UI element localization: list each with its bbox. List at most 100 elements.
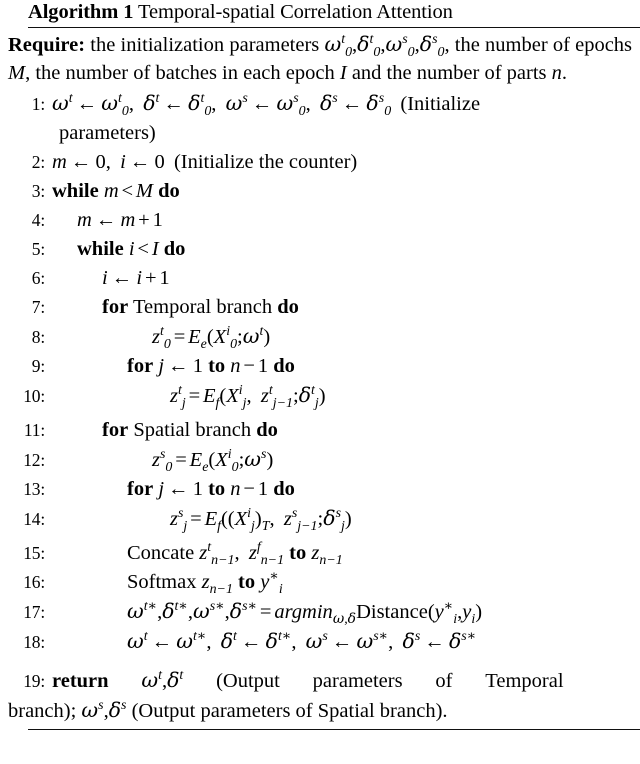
keyword-to-16: to [238,571,256,593]
algorithm-line-19: 19: return ωt,δt (Output parameters of Tempor… [0,666,640,696]
sym-delta-t-18: δt [220,629,237,653]
line-number-18: 18: [23,632,45,652]
line-body-15: Concate ztn−1, zfn−1 to zn−1 [127,540,343,569]
line-body-3: while m < M do [52,180,180,202]
keyword-do-3: do [158,180,180,202]
require-seg-7: . [561,61,568,84]
op-distance: Distance [356,601,428,623]
line-body-16: Softmax zn−1 to y∗i [52,568,640,597]
algorithm-line-13: 13: for j ← 1 to n −1 do [0,475,640,504]
algorithm-line-2: 2: m ← 0, i ← 0 (Initialize the counter) [0,148,640,177]
sym-n-9: n [230,355,241,377]
keyword-to-15: to [289,542,307,564]
line-body-9: for j ← 1 to n −1 do [127,355,295,377]
val-one-9b: 1 [257,355,269,377]
argmin-subscript: ω,δ [332,611,357,628]
sym-delta-0-t: δt0 [188,91,212,120]
sym-M-3: M [135,180,153,202]
label-softmax: Softmax [127,571,197,593]
keyword-to-9: to [208,355,226,377]
sym-E-e-12: Ee [189,449,209,476]
sym-omega-s-star: ωs∗ [193,599,225,623]
sym-y-i-star: y∗i [260,569,283,598]
line-number-9: 9: [31,356,45,376]
keyword-return-19: return [52,670,109,692]
line-number-10: 10: [23,386,45,406]
line-number-2: 2: [31,152,45,172]
algorithm-line-7: 7: for Temporal branch do [0,293,640,322]
algorithm-line-15: 15: Concate ztn−1, zfn−1 to zn−1 [0,539,640,568]
sym-z-jm1-s: zsj−1 [283,506,318,535]
symbol-omega-0-t: ωt0 [324,32,353,61]
sym-X-0-i-8: Xi0 [213,324,238,353]
sym-delta-t-star: δt∗ [162,599,188,623]
line-body-18: ωt ← ωt∗, δt ← δt∗, ωs ← ωs∗, δs ← δs∗ [127,629,477,653]
require-seg-2: initialization [120,34,225,56]
val-one-4: 1 [152,209,163,231]
line-body-4: m ← m +1 [77,209,163,231]
keyword-for-13: for [127,478,154,500]
sym-delta-s-19: δs [108,698,127,722]
footer-rule [28,729,640,730]
keyword-to-13: to [208,478,226,500]
sym-z-nm1: zn−1 [311,542,343,569]
sym-E-e-8: Ee [188,326,207,353]
sym-delta-s-star: δs∗ [229,599,258,623]
sym-z-nm1-16: zn−1 [201,571,233,598]
sym-I-5: I [151,238,159,260]
line-body-17: ωt∗,δt∗,ωs∗,δs∗ = argminω,δDistance(y∗i,yi… [127,599,483,628]
comment-initialize-open: (Initialize [400,93,481,115]
sym-omega-0-t: ωt0 [101,91,129,120]
require-line: Require: the initialization parameters ω… [0,28,632,87]
sym-delta-j-t: δtj [298,383,319,412]
sym-omega-t-8: ωt [242,324,264,348]
sym-i: i [120,151,126,173]
keyword-while-5: while [77,238,124,260]
line-number-7: 7: [31,297,45,317]
line-number-3: 3: [31,181,45,201]
symbol-I: I [339,61,347,84]
line-number-6: 6: [31,268,45,288]
sym-z-j-t: ztj [170,383,186,412]
sym-omega-t-star-18: ωt∗ [176,629,207,653]
algorithm-block: Algorithm 1 Temporal-spatial Correlation… [0,0,640,764]
sym-y-i-17: yi [462,601,476,628]
require-keyword: Require: [8,34,86,56]
val-one-13: 1 [192,478,203,500]
val-zero-i: 0 [154,151,165,173]
algorithm-line-1: 1: ωt ← ωt0, δt ← δt0, ωs ← ωs0, δs ← δs0 (Initializ… [0,89,640,119]
algorithm-line-10: 10: ztj = Ef(Xij, ztj−1;δtj) [0,381,640,411]
keyword-do-7: do [277,296,299,318]
sym-delta-t: δt [143,91,160,115]
symbol-delta-0-s: δs0 [419,32,445,61]
sym-omega-0-s: ωs0 [276,91,306,120]
algorithm-title-number: 1 [123,1,134,23]
label-temporal-branch: Temporal branch [132,296,273,318]
sym-omega-t-19: ωt [141,668,162,692]
line-body-6: i ← i +1 [102,267,170,289]
line-body-5: while i < I do [77,238,186,260]
sym-z-0-s: zs0 [152,447,173,476]
sym-E-f-10: Ef [203,385,220,412]
comment-branch-semicolon-19: branch); [8,700,77,722]
algorithm-line-3: 3: while m < M do [0,177,640,206]
line-number-4: 4: [31,210,45,230]
sym-y-i-star-17: y∗i [434,599,458,628]
require-seg-1: the [90,34,116,56]
algorithm-line-19-continuation: branch); ωs,δs (Output parameters of Spa… [8,698,448,722]
keyword-for-7: for [102,296,129,318]
comment-output-open-19: (Output [216,670,280,692]
sym-z-nm1-t: ztn−1 [199,540,235,569]
algorithm-line-12: 12: zs0 = Ee(Xi0;ωs) [0,445,640,475]
sym-omega-t-star: ωt∗ [127,599,158,623]
line-number-19: 19: [23,671,45,691]
algorithm-title: Algorithm 1 Temporal-spatial Correlation… [0,0,640,26]
line-number-8: 8: [31,327,45,347]
sym-m-4b: m [120,209,136,231]
sym-n-13: n [230,478,241,500]
sym-omega-s-star-18: ωs∗ [356,629,389,653]
line-number-17: 17: [23,602,45,622]
require-seg-4: , the number of epochs [444,34,633,56]
line-body-10: ztj = Ef(Xij, ztj−1;δtj) [170,383,326,412]
symbol-omega-0-s: ωs0 [385,32,415,61]
